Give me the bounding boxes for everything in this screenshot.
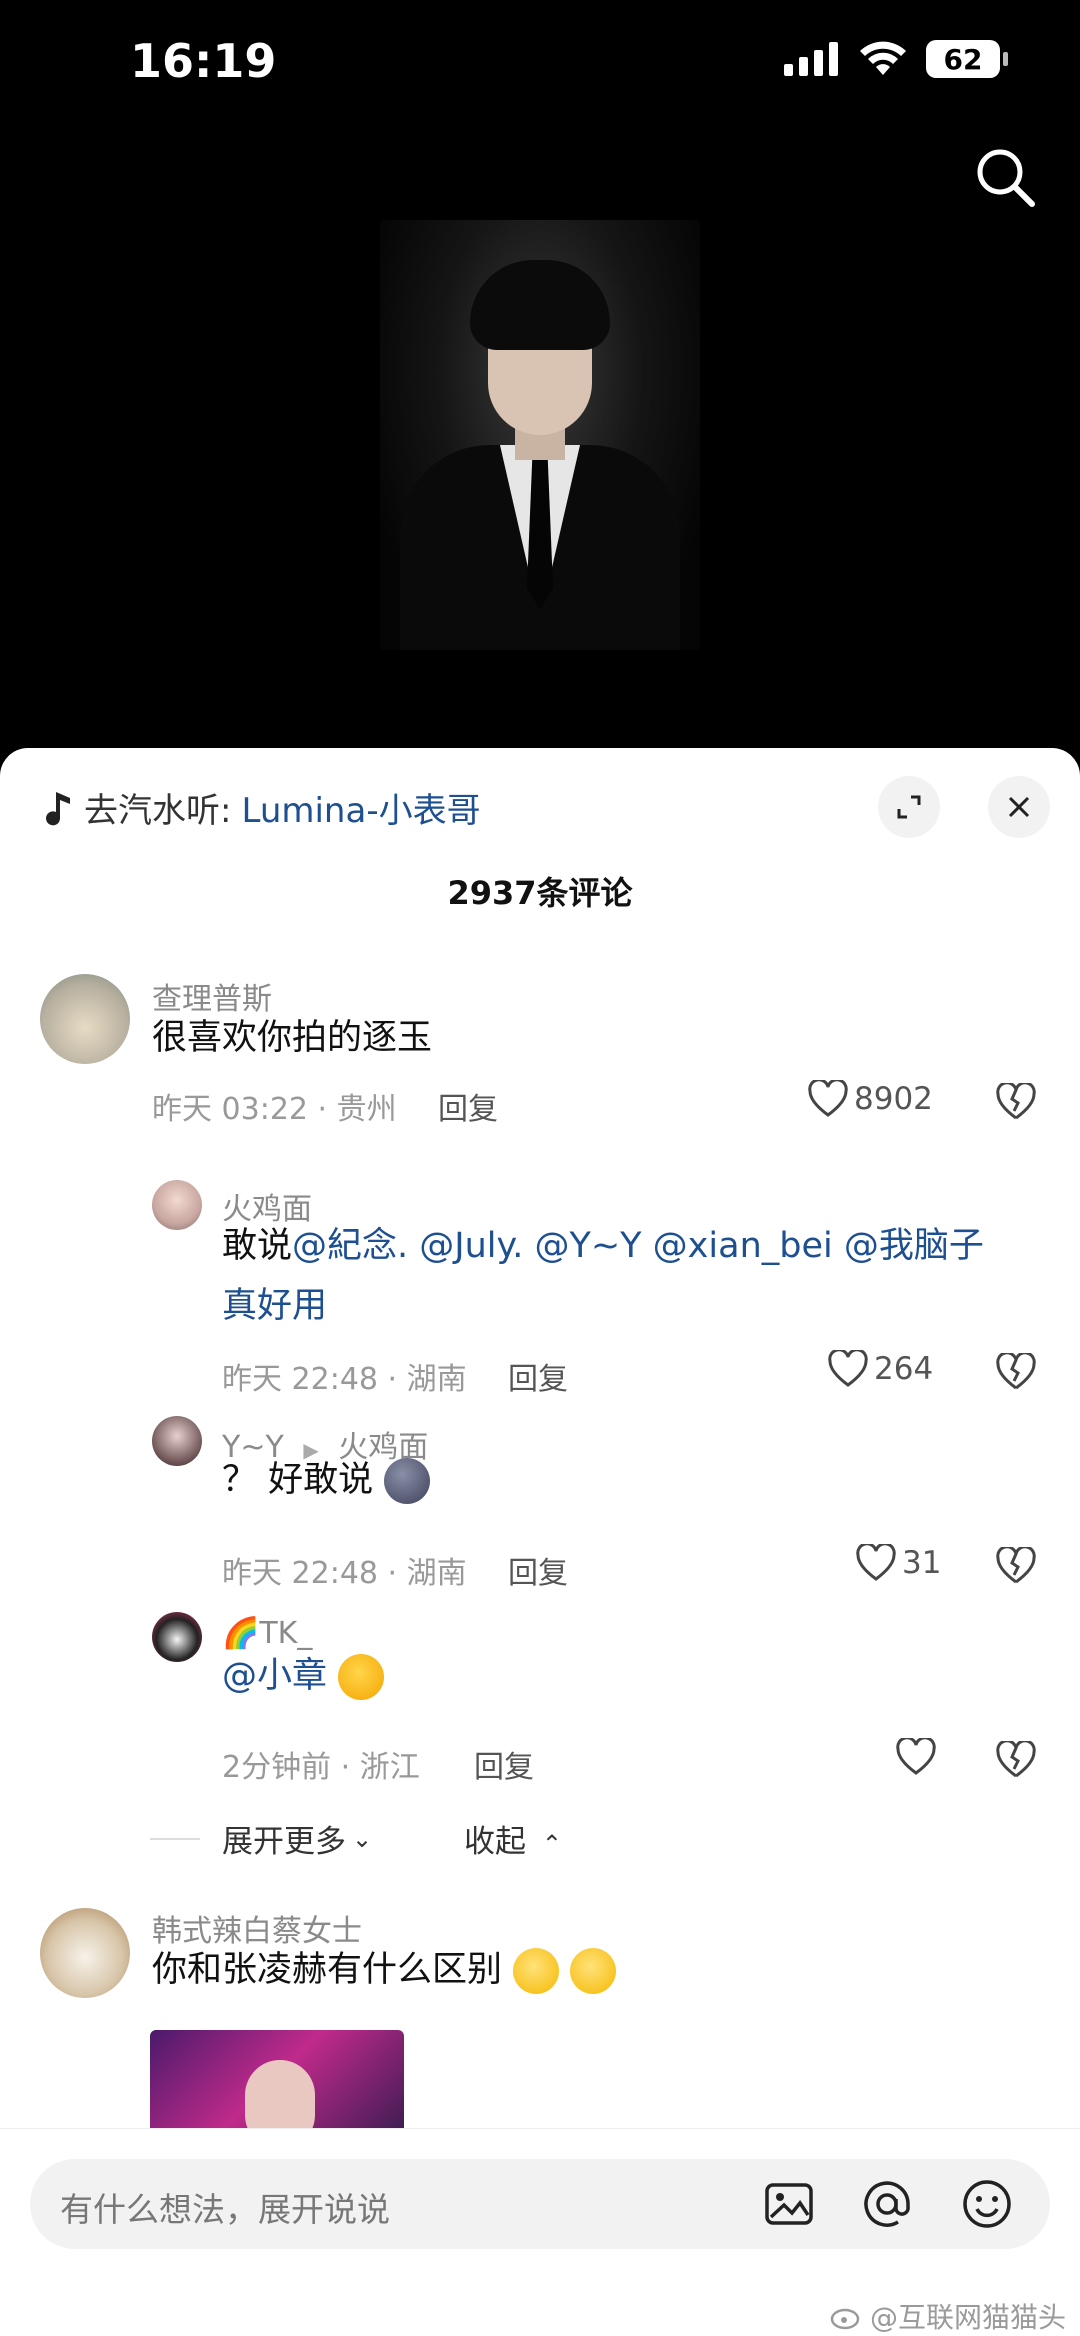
comment-sheet: 去汽水听: Lumina-小表哥 2937条评论 查理普斯 很喜欢你拍的逐玉 昨… bbox=[0, 748, 1080, 2336]
avatar[interactable] bbox=[152, 1180, 202, 1230]
moon-emoji-icon bbox=[384, 1458, 431, 1504]
avatar[interactable] bbox=[152, 1612, 202, 1662]
image-icon[interactable] bbox=[762, 2177, 816, 2231]
status-bar: 16:19 62 bbox=[0, 0, 1080, 130]
like-button[interactable]: 8902 bbox=[808, 1080, 933, 1118]
reply-meta: 昨天 22:48 · 湖南 bbox=[222, 1556, 467, 1591]
status-icons: 62 bbox=[784, 40, 1008, 78]
heart-icon bbox=[828, 1350, 868, 1387]
expand-more-button[interactable]: 展开更多 ⌄ bbox=[150, 1816, 372, 1861]
reply-meta: 2分钟前 · 浙江 bbox=[222, 1750, 420, 1785]
mention-list-cont[interactable]: 真好用 bbox=[222, 1286, 327, 1326]
collapse-button[interactable]: 收起 ⌃ bbox=[464, 1816, 562, 1861]
battery-indicator: 62 bbox=[926, 40, 1008, 78]
music-note-icon bbox=[46, 791, 70, 825]
status-time: 16:19 bbox=[130, 34, 277, 88]
reply-button[interactable]: 回复 bbox=[474, 1742, 534, 1786]
divider bbox=[150, 1837, 200, 1840]
expand-button[interactable] bbox=[878, 776, 940, 838]
like-button[interactable] bbox=[896, 1738, 942, 1776]
laughing-emoji-icon bbox=[338, 1654, 385, 1700]
reply-meta: 昨天 22:48 · 湖南 bbox=[222, 1362, 467, 1397]
chevron-up-icon: ⌃ bbox=[541, 1830, 562, 1858]
comment-meta: 昨天 03:22 · 贵州 bbox=[152, 1092, 397, 1127]
music-prefix: 去汽水听: bbox=[84, 791, 232, 831]
weibo-icon bbox=[830, 2308, 860, 2330]
heart-icon bbox=[896, 1738, 936, 1775]
mention-list[interactable]: @紀念. @July. @Y~Y @xian_bei @我脑子 bbox=[292, 1226, 984, 1266]
like-count: 8902 bbox=[854, 1081, 933, 1117]
comment-input[interactable]: 有什么想法，展开说说 bbox=[30, 2159, 1050, 2249]
reply-text[interactable]: ？ 好敢说 bbox=[222, 1450, 431, 1510]
avatar[interactable] bbox=[40, 974, 130, 1064]
like-button[interactable]: 31 bbox=[856, 1544, 941, 1582]
mention[interactable]: @小章 bbox=[222, 1656, 327, 1696]
input-placeholder: 有什么想法，展开说说 bbox=[60, 2190, 390, 2229]
reply-button[interactable]: 回复 bbox=[508, 1548, 568, 1592]
wifi-icon bbox=[860, 41, 906, 75]
reply-button[interactable]: 回复 bbox=[508, 1354, 568, 1398]
broken-heart-icon[interactable] bbox=[996, 1741, 1036, 1779]
comment-text[interactable]: 你和张凌赫有什么区别 bbox=[152, 1940, 617, 2000]
dizzy-emoji-icon bbox=[570, 1948, 617, 1994]
expand-icon bbox=[897, 795, 921, 819]
chevron-down-icon: ⌄ bbox=[352, 1824, 373, 1853]
reply-text[interactable]: 敢说@紀念. @July. @Y~Y @xian_bei @我脑子 真好用 bbox=[222, 1216, 1032, 1336]
dizzy-emoji-icon bbox=[513, 1948, 560, 1994]
heart-icon bbox=[808, 1080, 848, 1117]
comment-count: 2937条评论 bbox=[447, 874, 633, 912]
at-icon[interactable] bbox=[860, 2177, 914, 2231]
music-row[interactable]: 去汽水听: Lumina-小表哥 bbox=[44, 783, 481, 832]
search-icon[interactable] bbox=[970, 142, 1040, 212]
signal-icon bbox=[784, 42, 838, 76]
comment-text[interactable]: 很喜欢你拍的逐玉 bbox=[152, 1008, 432, 1068]
music-link[interactable]: Lumina-小表哥 bbox=[241, 783, 480, 832]
watermark: @互联网猫猫头 bbox=[830, 2296, 1066, 2336]
heart-icon bbox=[856, 1544, 896, 1581]
broken-heart-icon[interactable] bbox=[996, 1353, 1036, 1391]
portrait-image bbox=[380, 220, 700, 650]
reply-button[interactable]: 回复 bbox=[438, 1084, 498, 1128]
avatar[interactable] bbox=[152, 1416, 202, 1466]
like-count: 31 bbox=[902, 1545, 942, 1581]
close-icon bbox=[1008, 796, 1030, 818]
emoji-icon[interactable] bbox=[960, 2177, 1014, 2231]
broken-heart-icon[interactable] bbox=[996, 1083, 1036, 1121]
avatar[interactable] bbox=[40, 1908, 130, 1998]
reply-text[interactable]: @小章 bbox=[222, 1646, 385, 1706]
broken-heart-icon[interactable] bbox=[996, 1547, 1036, 1585]
close-button[interactable] bbox=[988, 776, 1050, 838]
like-button[interactable]: 264 bbox=[828, 1350, 933, 1388]
like-count: 264 bbox=[874, 1351, 934, 1387]
video-area[interactable] bbox=[0, 130, 1080, 750]
